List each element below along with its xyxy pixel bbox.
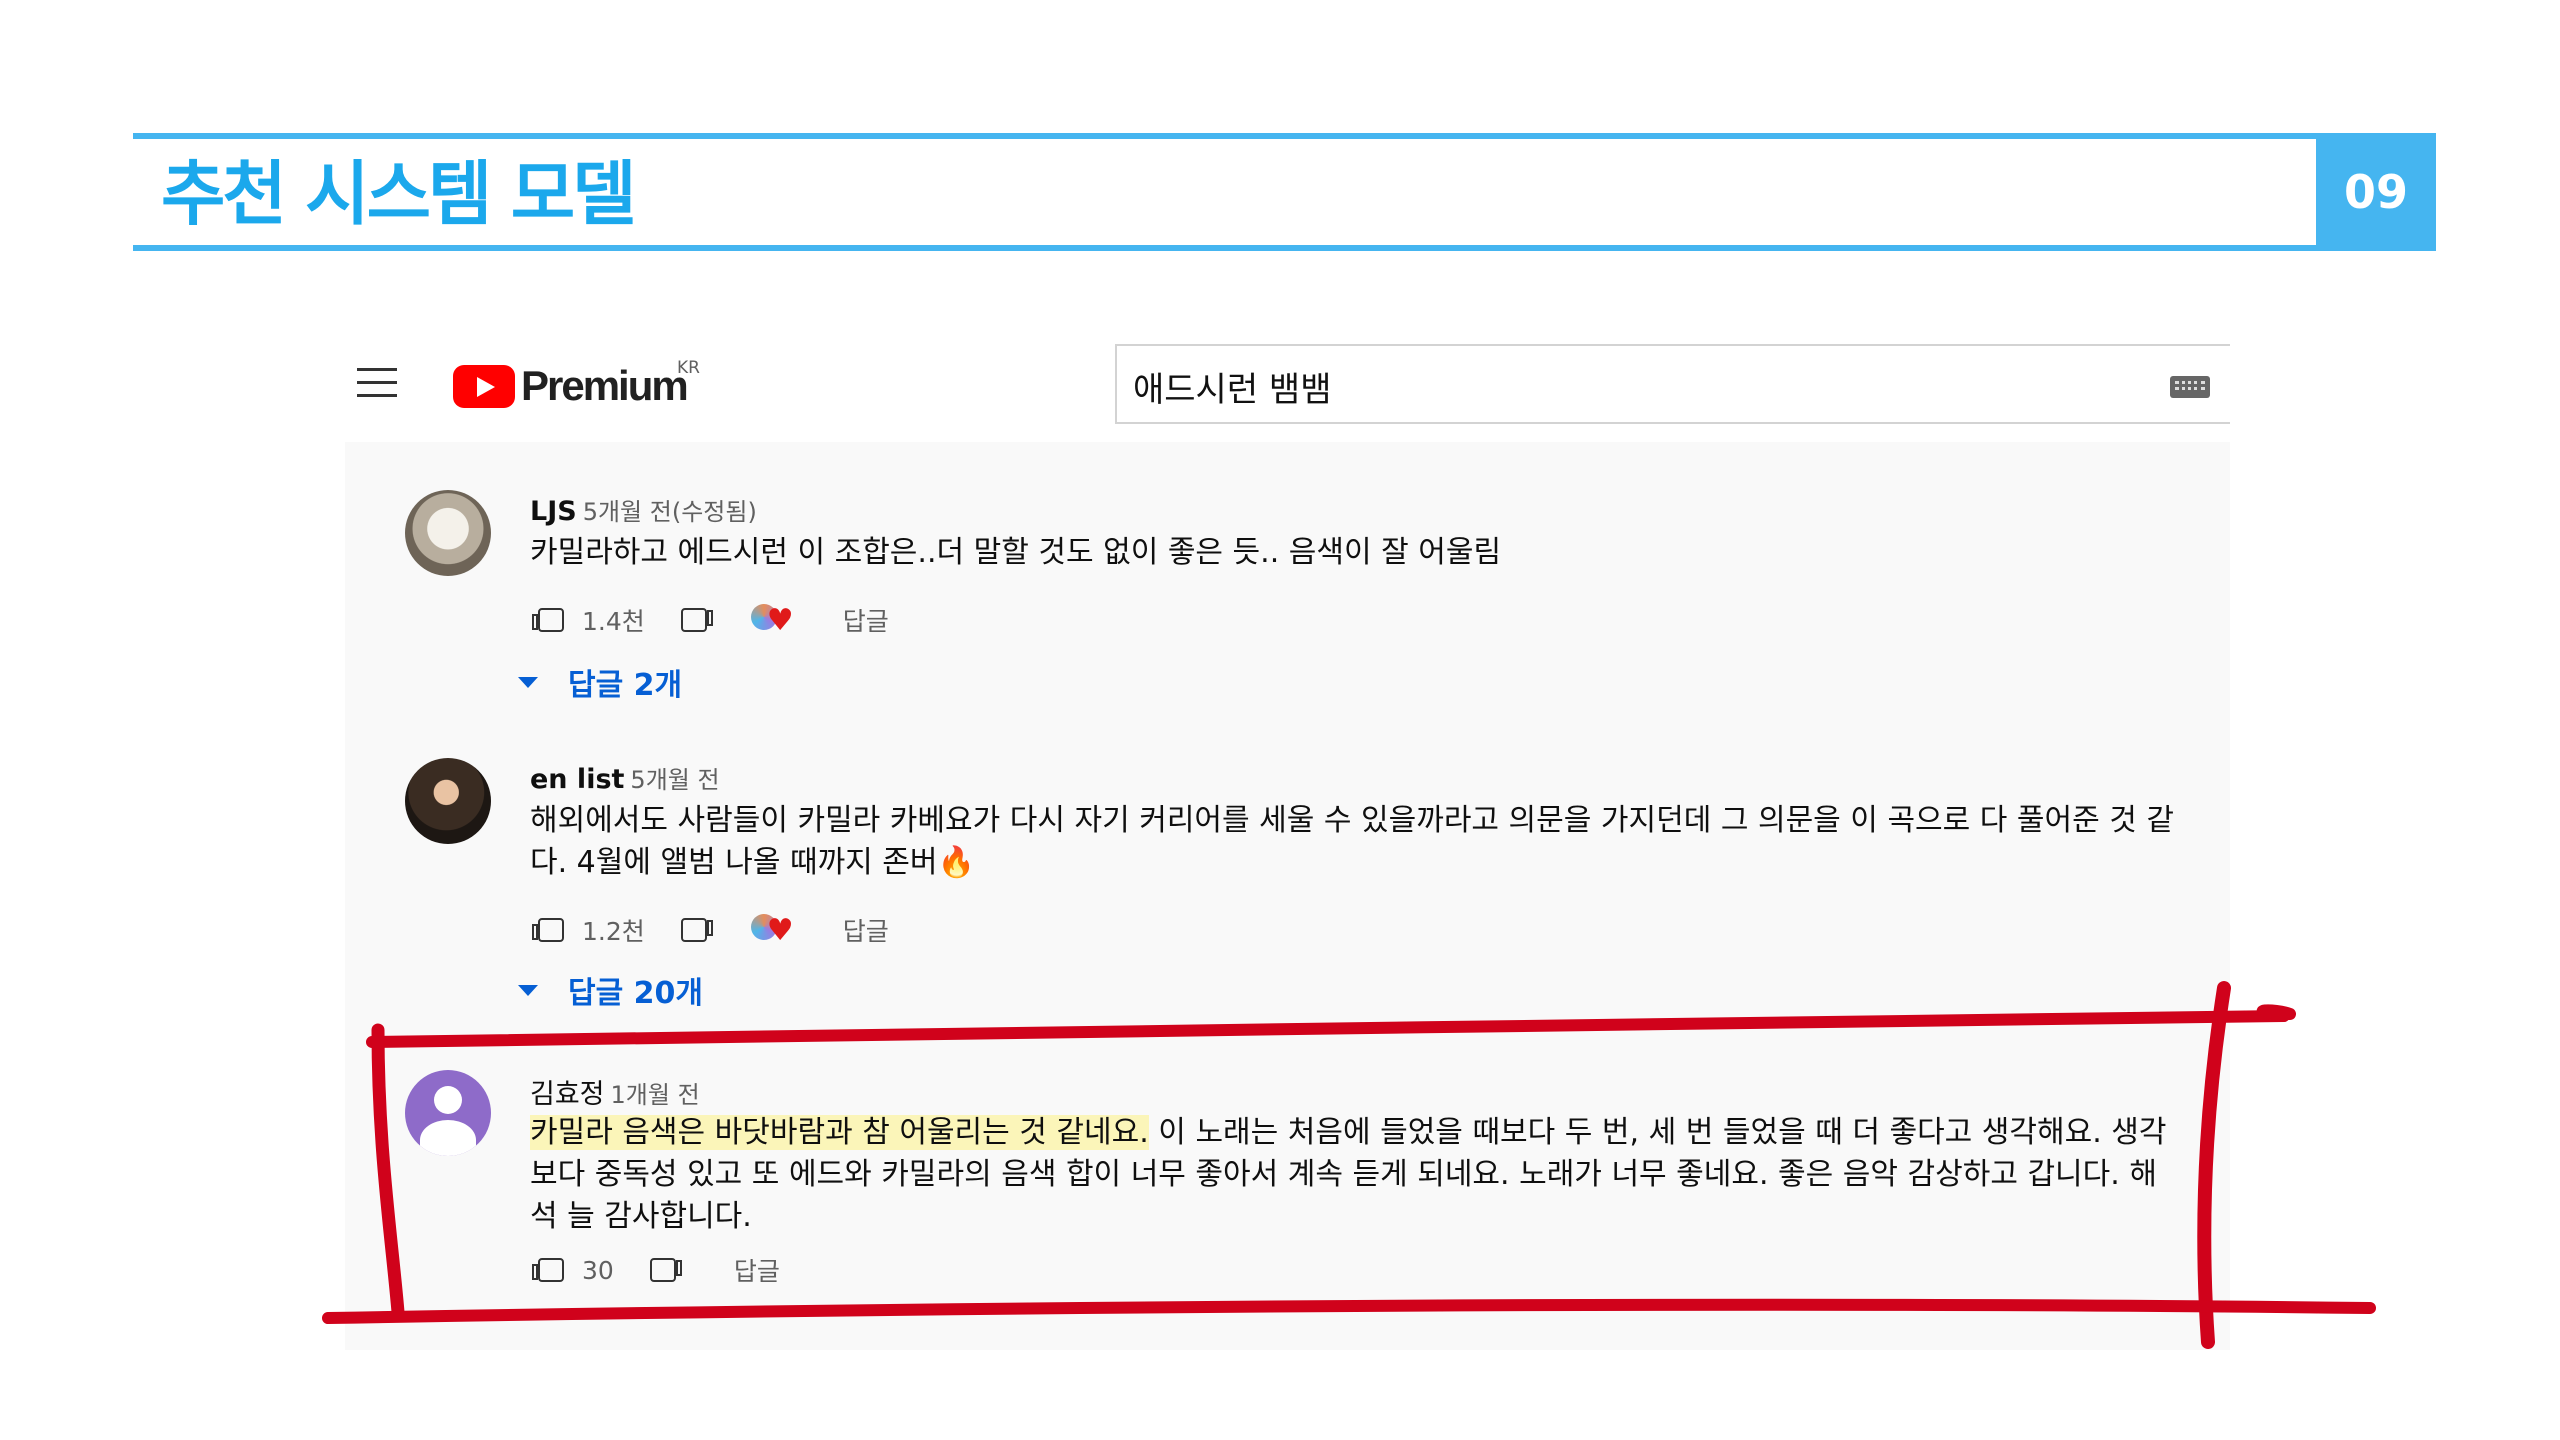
annotation-left-stroke	[371, 1023, 405, 1319]
red-annotation-box	[322, 981, 2376, 1349]
annotation-bottom-stroke	[322, 1298, 2376, 1324]
annotation-top-stroke	[366, 1004, 2296, 1048]
annotation-right-stroke	[2197, 981, 2231, 1349]
